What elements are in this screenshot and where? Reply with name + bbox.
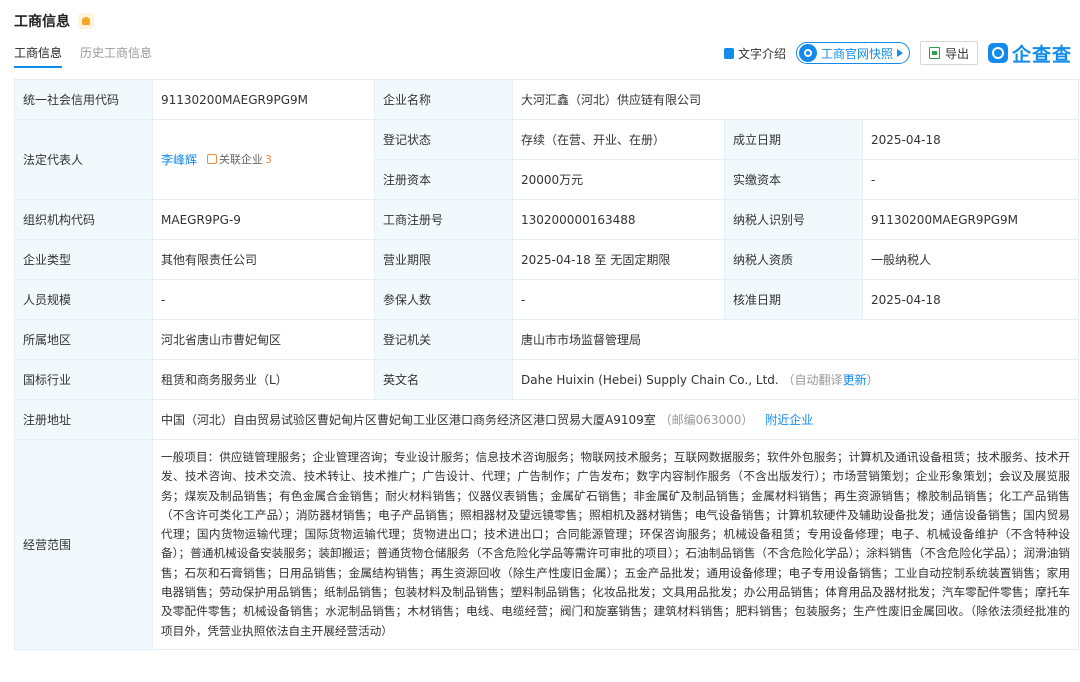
business-info-table: 统一社会信用代码 91130200MAEGR9PG9M 企业名称 大河汇鑫（河北… [14,79,1079,650]
taxpayer-id-label: 纳税人识别号 [724,199,863,240]
insured-label: 参保人数 [374,279,513,320]
industry-value: 租赁和商务服务业（L） [152,359,375,400]
address-label: 注册地址 [14,399,153,440]
address-value: 中国（河北）自由贸易试验区曹妃甸片区曹妃甸工业区港口商务经济区港口贸易大厦A91… [161,413,656,427]
table-row: 统一社会信用代码 91130200MAEGR9PG9M 企业名称 大河汇鑫（河北… [14,79,1079,120]
document-icon [723,47,734,59]
snapshot-label: 工商官网快照 [820,46,893,61]
related-icon [206,154,217,164]
address-cell: 中国（河北）自由贸易试验区曹妃甸片区曹妃甸工业区港口商务经济区港口贸易大厦A91… [152,399,1079,440]
paid-capital-label: 实缴资本 [724,159,863,200]
company-type-label: 企业类型 [14,239,153,280]
table-row: 注册地址 中国（河北）自由贸易试验区曹妃甸片区曹妃甸工业区港口商务经济区港口贸易… [14,399,1079,440]
table-row: 国标行业 租赁和商务服务业（L） 英文名 Dahe Huixin (Hebei)… [14,359,1079,400]
authority-value: 唐山市市场监督管理局 [512,319,1079,360]
region-label: 所属地区 [14,319,153,360]
founded-label: 成立日期 [724,119,863,160]
section-header: 工商信息 [14,10,94,32]
text-intro-label: 文字介绍 [737,46,786,61]
table-row: 经营范围 一般项目：供应链管理服务；企业管理咨询；专业设计服务；信息技术咨询服务… [14,439,1079,650]
table-row: 人员规模 - 参保人数 - 核准日期 2025-04-18 [14,279,1079,320]
play-arrow-icon [896,49,903,57]
excel-icon [928,47,940,59]
region-value: 河北省唐山市曹妃甸区 [152,319,375,360]
org-code-value: MAEGR9PG-9 [152,199,375,240]
reg-no-value: 130200000163488 [512,199,725,240]
text-intro-button[interactable]: 文字介绍 [723,45,786,62]
tab-bar: 工商信息 历史工商信息 [14,44,152,68]
tab-business-info[interactable]: 工商信息 [14,44,63,68]
bell-icon[interactable] [78,13,94,29]
paid-capital-value: - [862,159,1079,200]
reg-capital-label: 注册资本 [374,159,513,200]
authority-label: 登记机关 [374,319,513,360]
english-name-cell: Dahe Huixin (Hebei) Supply Chain Co., Lt… [512,359,1079,400]
qichacha-logo: 企查查 [987,40,1072,67]
toolbar: 文字介绍 工商官网快照 导出 企查查 [723,40,1072,67]
english-name-label: 英文名 [374,359,513,400]
industry-label: 国标行业 [14,359,153,400]
table-row: 所属地区 河北省唐山市曹妃甸区 登记机关 唐山市市场监督管理局 [14,319,1079,360]
section-title: 工商信息 [14,14,70,30]
approval-date-label: 核准日期 [724,279,863,320]
company-name-label: 企业名称 [374,79,513,120]
official-snapshot-button[interactable]: 工商官网快照 [795,42,910,64]
approval-date-value: 2025-04-18 [862,279,1079,320]
org-code-label: 组织机构代码 [14,199,153,240]
auto-translate-note-end: ） [866,373,879,387]
reg-status-value: 存续（在营、开业、在册） [512,119,725,160]
auto-translate-note: （自动翻译 [782,373,843,387]
founded-value: 2025-04-18 [862,119,1079,160]
legal-rep-cell: 李峰辉 关联企业 3 [152,119,375,200]
qichacha-logo-icon [987,43,1008,63]
related-count: 3 [264,152,272,166]
credit-code-label: 统一社会信用代码 [14,79,153,120]
related-label: 关联企业 [218,153,263,166]
reg-no-label: 工商注册号 [374,199,513,240]
table-row: 组织机构代码 MAEGR9PG-9 工商注册号 130200000163488 … [14,199,1079,240]
logo-text: 企查查 [1011,43,1072,66]
tab-history-business-info[interactable]: 历史工商信息 [80,44,152,68]
credit-code-value: 91130200MAEGR9PG9M [152,79,375,120]
taxpayer-id-value: 91130200MAEGR9PG9M [862,199,1079,240]
table-row: 企业类型 其他有限责任公司 营业期限 2025-04-18 至 无固定期限 纳税… [14,239,1079,280]
postcode: （邮编063000） [659,413,754,427]
export-label: 导出 [944,46,969,61]
legal-rep-label: 法定代表人 [14,119,153,200]
legal-rep-name-link[interactable]: 李峰辉 [161,153,197,167]
reg-capital-value: 20000万元 [512,159,725,200]
taxpayer-qual-value: 一般纳税人 [862,239,1079,280]
taxpayer-qual-label: 纳税人资质 [724,239,863,280]
english-name-value: Dahe Huixin (Hebei) Supply Chain Co., Lt… [521,373,779,387]
related-companies-link[interactable]: 关联企业 3 [206,151,272,167]
reg-status-label: 登记状态 [374,119,513,160]
staff-size-value: - [152,279,375,320]
insured-value: - [512,279,725,320]
update-translation-link[interactable]: 更新 [843,373,867,387]
company-type-value: 其他有限责任公司 [152,239,375,280]
camera-icon [798,44,817,62]
table-row: 法定代表人 李峰辉 关联企业 3 登记状态 存续（在营、开业、在册） 成立日期 … [14,119,1079,200]
export-button[interactable]: 导出 [919,41,978,65]
term-value: 2025-04-18 至 无固定期限 [512,239,725,280]
nearby-companies-link[interactable]: 附近企业 [765,413,813,427]
scope-label: 经营范围 [14,439,153,650]
scope-value: 一般项目：供应链管理服务；企业管理咨询；专业设计服务；信息技术咨询服务；物联网技… [152,439,1079,650]
staff-size-label: 人员规模 [14,279,153,320]
term-label: 营业期限 [374,239,513,280]
company-name-value: 大河汇鑫（河北）供应链有限公司 [512,79,1079,120]
